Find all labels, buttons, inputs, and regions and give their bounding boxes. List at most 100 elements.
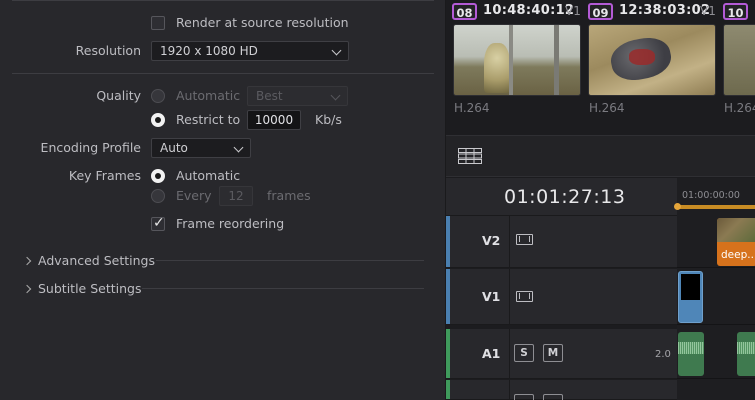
clip-thumbnail [681,274,700,300]
clip-codec: H.264 [454,101,490,115]
timeline-toolbar [446,135,755,177]
track-name: A1 [482,346,501,361]
tree-trunk-image [554,25,559,95]
quality-automatic-label: Automatic [176,88,241,103]
clip-track: V1 [700,4,716,18]
quality-automatic-radio[interactable] [151,89,165,103]
frame-reordering-checkbox[interactable] [151,215,165,231]
clip-thumbnail[interactable] [723,24,755,96]
solo-button[interactable] [514,394,534,400]
clip-thumbnail[interactable] [588,24,716,96]
solo-button[interactable]: S [514,344,534,362]
mute-button[interactable] [543,394,563,400]
render-source-checkbox[interactable] [151,16,165,30]
chevron-right-icon [22,256,32,266]
quality-restrict-label: Restrict to [176,112,241,127]
clip-number-badge: 09 [588,3,613,20]
film-strip-icon [516,291,533,302]
chevron-down-icon [330,90,341,101]
ruler-label: 01:00:00:00 [682,190,740,201]
subtitle-settings-toggle[interactable]: Subtitle Settings [22,281,142,296]
audio-clip[interactable] [678,332,704,376]
clip-thumbnail[interactable] [453,24,581,96]
playhead-marker[interactable] [674,203,681,210]
clip-codec: H.264 [724,101,755,115]
keyframes-every-unit: frames [267,188,311,203]
keyframes-automatic-radio[interactable] [151,169,165,183]
clip-number-badge: 10 [723,3,748,20]
clip-timecode: 10:48:40:12 [483,3,575,18]
timeline-timecode[interactable]: 01:01:27:13 [446,178,677,216]
chevron-right-icon [22,284,32,294]
track-separator [509,329,510,378]
red-leaves-image [629,49,655,65]
keyframes-every-label: Every [176,188,212,203]
advanced-settings-toggle[interactable]: Advanced Settings [22,253,155,268]
keyframes-every-input[interactable]: 12 [219,186,253,206]
resolution-value: 1920 x 1080 HD [160,44,258,58]
track-color-stripe [446,380,450,399]
section-divider [12,73,434,74]
clip-timecode: 12:38:03:02 [619,3,711,18]
timeline-lanes: deep... [677,216,755,400]
media-clip-strip: 08 10:48:40:12 V1 H.264 09 12:38:03:02 V… [446,0,755,135]
encoding-profile-select[interactable]: Auto [151,138,251,158]
resolution-label: Resolution [75,43,141,58]
quality-label: Quality [96,88,141,103]
timeline-clip[interactable] [678,271,703,323]
encoding-profile-label: Encoding Profile [40,140,141,155]
track-header-a1[interactable]: A1 S M 2.0 [446,329,677,379]
top-divider [12,0,434,1]
chevron-down-icon [233,142,244,153]
render-source-label: Render at source resolution [176,15,349,30]
clip-track: V1 [565,4,581,18]
timeline-ruler[interactable]: 01:00:00:00 [674,178,755,216]
timeline-view-options-icon[interactable] [458,148,482,164]
track-header-a2[interactable] [446,380,677,400]
frame-reordering-label: Frame reordering [176,216,285,231]
audio-level: 2.0 [655,349,671,360]
chevron-down-icon [331,45,342,56]
bitrate-unit: Kb/s [315,112,342,127]
track-color-stripe [446,269,450,324]
track-separator [509,269,510,324]
film-strip-icon [516,234,533,245]
subtitle-divider [142,288,424,289]
timeline-clip[interactable]: deep... [717,218,755,266]
ruler-range-bar [677,205,755,209]
render-settings-panel: Render at source resolution Resolution 1… [0,0,446,400]
edit-page: 08 10:48:40:12 V1 H.264 09 12:38:03:02 V… [446,0,755,400]
quality-best-select[interactable]: Best [247,86,348,106]
track-color-stripe [446,216,450,267]
track-header-v1[interactable]: V1 [446,269,677,325]
audio-clip[interactable] [737,332,755,376]
track-header-v2[interactable]: V2 [446,216,677,268]
subtitle-settings-label: Subtitle Settings [38,281,142,296]
advanced-settings-label: Advanced Settings [38,253,155,268]
resolution-select[interactable]: 1920 x 1080 HD [151,41,349,61]
clip-thumbnail [717,218,755,242]
track-name: V2 [482,233,501,248]
quality-restrict-radio[interactable] [151,113,165,127]
track-separator [509,380,510,399]
track-name: V1 [482,289,501,304]
mute-button[interactable]: M [543,344,563,362]
clip-label: deep... [721,249,755,261]
lane-v1 [677,269,755,325]
keyframes-automatic-label: Automatic [176,168,241,183]
moss-tree-image [484,43,510,93]
waveform [737,342,755,354]
advanced-divider [156,260,424,261]
timecode-display: 01:01:27:13 [504,186,626,208]
bitrate-input[interactable]: 10000 [247,110,301,130]
encoding-profile-value: Auto [160,141,188,155]
lane-v2: deep... [677,216,755,268]
keyframes-every-radio[interactable] [151,189,165,203]
quality-best-value: Best [256,89,283,103]
clip-codec: H.264 [589,101,625,115]
track-headers: V2 V1 A1 S M 2.0 [446,216,677,400]
track-color-stripe [446,329,450,378]
lane-a1 [677,329,755,379]
key-frames-label: Key Frames [68,168,141,183]
track-separator [509,216,510,267]
